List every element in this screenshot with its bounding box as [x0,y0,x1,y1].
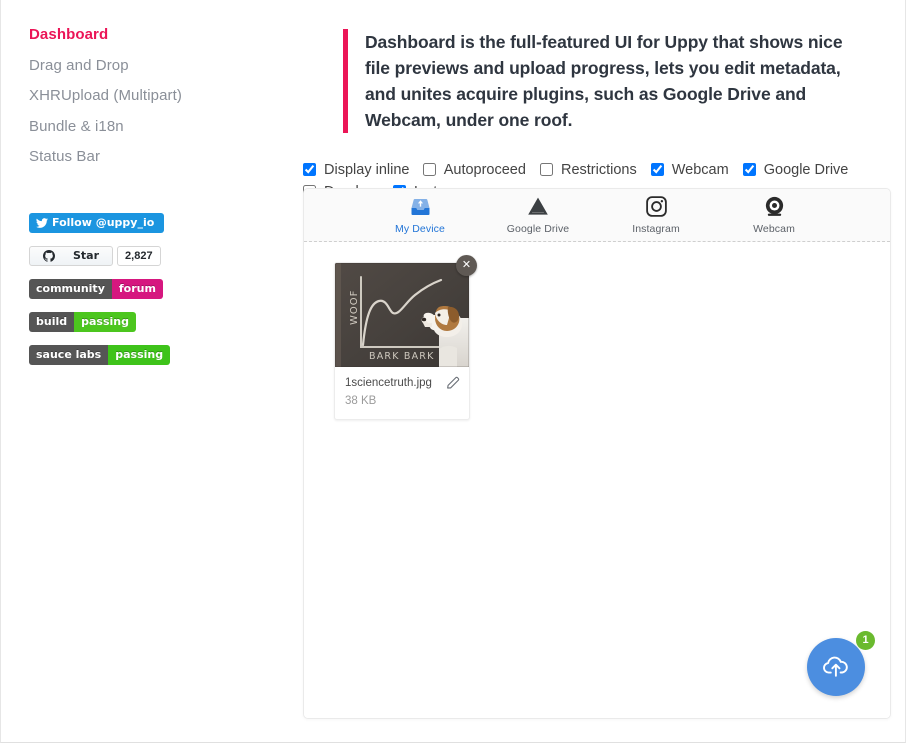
build-badge-left: build [29,311,75,332]
cloud-upload-icon [821,654,851,680]
tab-my-device[interactable]: My Device [383,193,457,235]
build-badge-right: passing [74,311,136,332]
twitter-icon [29,213,50,233]
sauce-labs-badge[interactable]: sauce labs passing [29,344,171,365]
webcam-icon [737,193,811,220]
option-autoproceed[interactable]: Autoproceed [423,159,526,181]
tab-label-webcam: Webcam [753,223,795,235]
option-webcam[interactable]: Webcam [650,159,729,181]
badge-row-twitter: Follow @uppy_io [29,212,291,233]
device-upload-icon [383,193,457,220]
sidebar-nav: Dashboard Drag and Drop XHRUpload (Multi… [29,20,291,173]
tab-label-google-drive: Google Drive [506,223,570,235]
option-label-webcam[interactable]: Webcam [672,162,729,178]
badge-row-sauce-labs: sauce labs passing [29,344,291,365]
file-size: 38 KB [345,395,377,407]
option-label-restrictions[interactable]: Restrictions [561,162,637,178]
pencil-icon[interactable] [445,375,461,391]
file-info: 1sciencetruth.jpg 38 KB [335,367,469,419]
sidebar-item-xhrupload[interactable]: XHRUpload (Multipart) [29,81,291,112]
checkbox-webcam[interactable] [650,163,664,177]
community-badge-right: forum [111,278,163,299]
page-root: Dashboard Drag and Drop XHRUpload (Multi… [0,0,906,743]
checkbox-google-drive[interactable] [742,163,756,177]
file-card[interactable]: ✕ WOOF BARK BARK 1sciencetruth.jpg 38 KB [334,255,477,420]
sidebar-item-bundle-i18n[interactable]: Bundle & i18n [29,112,291,143]
description-text: Dashboard is the full-featured UI for Up… [365,32,843,130]
checkbox-display-inline[interactable] [303,163,316,177]
option-google-drive[interactable]: Google Drive [742,159,849,181]
option-restrictions[interactable]: Restrictions [539,159,637,181]
build-status-badge[interactable]: build passing [29,311,136,332]
checkbox-restrictions[interactable] [539,163,553,177]
description-blockquote: Dashboard is the full-featured UI for Up… [343,29,853,133]
upload-button[interactable] [807,638,865,696]
badge-row-build: build passing [29,311,291,332]
instagram-icon [619,193,693,220]
dashboard-tab-bar: My Device Google Drive Instagram Webcam [304,189,890,242]
github-star-label: Star [73,248,100,262]
file-thumbnail: WOOF BARK BARK [335,263,469,367]
twitter-follow-label: Follow @uppy_io [52,215,155,229]
upload-count-badge: 1 [856,631,875,650]
tab-instagram[interactable]: Instagram [619,193,693,235]
sidebar-item-status-bar[interactable]: Status Bar [29,142,291,173]
main-content: Dashboard is the full-featured UI for Up… [303,0,893,203]
svg-text:WOOF: WOOF [349,290,360,325]
badge-row-community: community forum [29,278,291,299]
option-display-inline[interactable]: Display inline [303,159,409,181]
option-label-autoproceed[interactable]: Autoproceed [444,162,526,178]
upload-button-wrap: 1 [807,631,875,698]
sauce-badge-left: sauce labs [29,344,109,365]
option-label-display-inline[interactable]: Display inline [324,162,409,178]
dashboard-file-area: ✕ WOOF BARK BARK 1sciencetruth.jpg 38 KB… [304,242,890,718]
svg-text:BARK BARK: BARK BARK [369,351,435,362]
tab-google-drive[interactable]: Google Drive [501,193,575,235]
sidebar-item-dashboard[interactable]: Dashboard [29,20,291,51]
sidebar-badges: Follow @uppy_io Star 2,827 community for… [29,212,291,365]
badge-row-github: Star 2,827 [29,245,291,266]
close-icon[interactable]: ✕ [456,255,477,276]
file-name: 1sciencetruth.jpg [345,377,432,389]
tab-label-instagram: Instagram [632,223,680,235]
checkbox-autoproceed[interactable] [423,163,437,177]
community-forum-badge[interactable]: community forum [29,278,163,299]
github-icon [36,249,62,262]
sidebar: Dashboard Drag and Drop XHRUpload (Multi… [1,0,291,378]
tab-label-my-device: My Device [395,223,445,235]
google-drive-icon [501,193,575,220]
github-star-count[interactable]: 2,827 [117,245,161,266]
github-star-label-wrap: Star [30,247,112,265]
tab-webcam[interactable]: Webcam [737,193,811,235]
twitter-follow-button[interactable]: Follow @uppy_io [29,212,165,233]
community-badge-left: community [29,278,112,299]
sidebar-item-drag-and-drop[interactable]: Drag and Drop [29,51,291,82]
github-star-button[interactable]: Star [29,245,114,266]
uppy-dashboard-panel: My Device Google Drive Instagram Webcam … [303,188,891,719]
sauce-badge-right: passing [108,344,171,365]
option-label-google-drive[interactable]: Google Drive [764,162,849,178]
